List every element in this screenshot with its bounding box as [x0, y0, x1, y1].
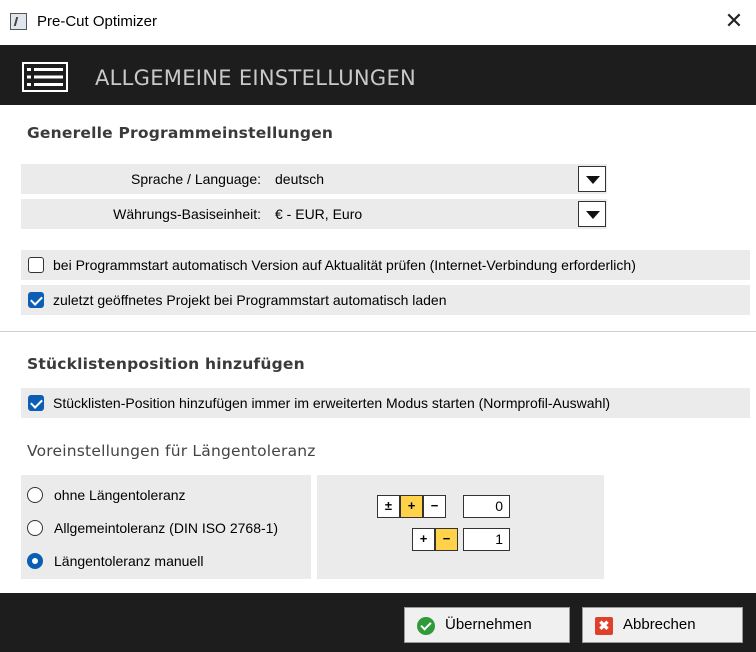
- bom-section-title: Stücklistenposition hinzufügen: [27, 355, 305, 373]
- currency-select[interactable]: € - EUR, Euro: [275, 199, 575, 229]
- check-circle-icon: [417, 617, 435, 635]
- cancel-button[interactable]: ✖ Abbrechen: [582, 607, 743, 643]
- radio-manual-tolerance[interactable]: Längentoleranz manuell: [21, 546, 311, 576]
- radio-button[interactable]: [27, 553, 43, 569]
- currency-label: Währungs-Basiseinheit:: [113, 206, 261, 222]
- radio-button[interactable]: [27, 487, 43, 503]
- language-row: Sprache / Language: deutsch: [21, 164, 607, 194]
- load-last-project-row[interactable]: zuletzt geöffnetes Projekt bei Programms…: [21, 285, 750, 315]
- radio-label: Allgemeintoleranz (DIN ISO 2768-1): [54, 520, 279, 536]
- check-version-checkbox[interactable]: [28, 257, 44, 273]
- check-version-label: bei Programmstart automatisch Version au…: [53, 257, 636, 273]
- language-dropdown-button[interactable]: [578, 166, 606, 192]
- extended-mode-label: Stücklisten-Position hinzufügen immer im…: [53, 395, 611, 411]
- cancel-button-label: Abbrechen: [623, 616, 696, 633]
- tolerance-options-panel: ohne Längentoleranz Allgemeintoleranz (D…: [21, 475, 311, 579]
- header-title: ALLGEMEINE EINSTELLUNGEN: [95, 66, 417, 90]
- app-icon: [10, 13, 27, 30]
- currency-row: Währungs-Basiseinheit: € - EUR, Euro: [21, 199, 607, 229]
- language-select[interactable]: deutsch: [275, 164, 575, 194]
- section-divider: [0, 331, 756, 332]
- load-last-project-label: zuletzt geöffnetes Projekt bei Programms…: [53, 292, 447, 308]
- radio-label: Längentoleranz manuell: [54, 553, 204, 569]
- lower-minus-button[interactable]: −: [435, 528, 458, 551]
- page-header: ALLGEMEINE EINSTELLUNGEN: [0, 45, 756, 105]
- radio-label: ohne Längentoleranz: [54, 487, 186, 503]
- language-label: Sprache / Language:: [131, 171, 261, 187]
- ok-button-label: Übernehmen: [445, 616, 532, 633]
- general-section-title: Generelle Programmeinstellungen: [27, 124, 334, 142]
- upper-plus-button[interactable]: +: [400, 495, 423, 518]
- window-title: Pre-Cut Optimizer: [37, 13, 158, 30]
- radio-general-tolerance[interactable]: Allgemeintoleranz (DIN ISO 2768-1): [21, 513, 311, 543]
- extended-mode-checkbox[interactable]: [28, 395, 44, 411]
- radio-button[interactable]: [27, 520, 43, 536]
- lower-tolerance-input[interactable]: 1: [463, 528, 510, 551]
- currency-dropdown-button[interactable]: [578, 201, 606, 227]
- upper-minus-button[interactable]: −: [423, 495, 446, 518]
- check-version-row[interactable]: bei Programmstart automatisch Version au…: [21, 250, 750, 280]
- upper-tolerance-input[interactable]: 0: [463, 495, 510, 518]
- title-bar: Pre-Cut Optimizer ✕: [0, 0, 756, 45]
- extended-mode-row[interactable]: Stücklisten-Position hinzufügen immer im…: [21, 388, 750, 418]
- plus-minus-button[interactable]: ±: [377, 495, 400, 518]
- lower-plus-button[interactable]: +: [412, 528, 435, 551]
- ok-button[interactable]: Übernehmen: [404, 607, 570, 643]
- tolerance-values-panel: ± + − 0 + − 1: [317, 475, 604, 579]
- load-last-project-checkbox[interactable]: [28, 292, 44, 308]
- tolerance-section-title: Voreinstellungen für Längentoleranz: [27, 442, 316, 460]
- close-button[interactable]: ✕: [720, 6, 748, 36]
- list-icon: [22, 62, 68, 92]
- radio-no-tolerance[interactable]: ohne Längentoleranz: [21, 480, 311, 510]
- footer-bar: Übernehmen ✖ Abbrechen: [0, 593, 756, 652]
- cancel-icon: ✖: [595, 617, 613, 635]
